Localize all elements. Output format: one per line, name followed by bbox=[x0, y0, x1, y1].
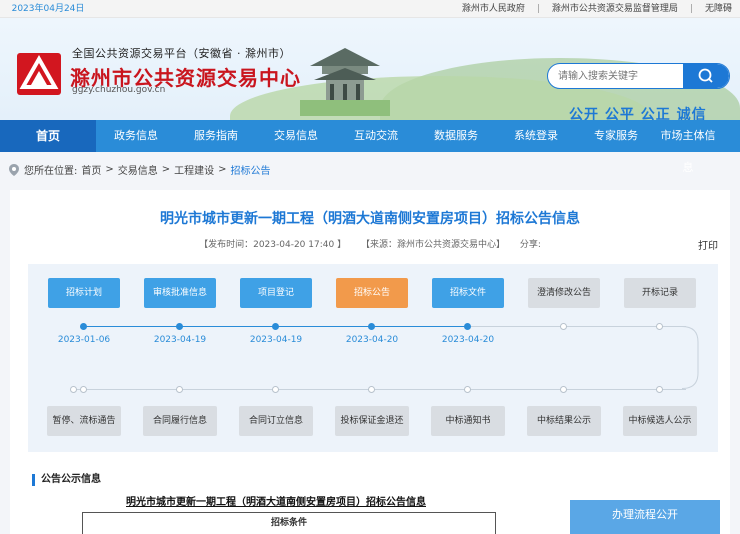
breadcrumb-separator: > bbox=[218, 164, 227, 175]
site-header: 全国公共资源交易平台（安徽省 · 滁州市） 滁州市公共资源交易中心 ggzy.c… bbox=[0, 18, 740, 120]
flow-step-suspension-notice[interactable]: 暂停、流标通告 bbox=[47, 406, 121, 436]
nav-item-system-login[interactable]: 系统登录 bbox=[496, 120, 576, 152]
timeline-dot bbox=[368, 323, 375, 330]
flow-step-approval-info[interactable]: 审核批准信息 bbox=[144, 278, 216, 308]
timeline-dot bbox=[464, 386, 471, 393]
site-logo-icon[interactable] bbox=[16, 52, 62, 96]
document-table: 招标条件 bbox=[82, 512, 496, 534]
procurement-flow: 招标计划 审核批准信息 项目登记 招标公告 招标文件 澄清修改公告 开标记录 2… bbox=[28, 264, 718, 452]
timeline-dot bbox=[80, 386, 87, 393]
timeline-dot bbox=[656, 386, 663, 393]
breadcrumb-separator: > bbox=[161, 164, 171, 175]
breadcrumb-prefix: 您所在位置: bbox=[24, 166, 78, 177]
flow-step-deposit-refund[interactable]: 投标保证金退还 bbox=[335, 406, 409, 436]
divider: | bbox=[689, 4, 693, 14]
flow-step-award-notice[interactable]: 中标通知书 bbox=[431, 406, 505, 436]
breadcrumb-item-trading-info[interactable]: 交易信息 bbox=[118, 162, 158, 177]
nav-item-trading-info[interactable]: 交易信息 bbox=[256, 120, 336, 152]
timeline-dot bbox=[176, 386, 183, 393]
search-box bbox=[547, 63, 730, 89]
step-date: 2023-04-19 bbox=[153, 335, 207, 345]
search-button[interactable] bbox=[683, 64, 729, 88]
pavilion-illustration bbox=[300, 48, 390, 116]
breadcrumb-separator: > bbox=[105, 164, 114, 175]
breadcrumb-item-engineering[interactable]: 工程建设 bbox=[174, 162, 214, 177]
breadcrumb-current[interactable]: 招标公告 bbox=[231, 162, 271, 177]
timeline-connector bbox=[682, 326, 699, 389]
share-label[interactable]: 分享: bbox=[520, 240, 541, 250]
nav-item-market-entity[interactable]: 市场主体信息 bbox=[656, 120, 720, 174]
divider: | bbox=[536, 4, 540, 14]
flow-step-bid-opening[interactable]: 开标记录 bbox=[624, 278, 696, 308]
flow-step-contract-performance[interactable]: 合同履行信息 bbox=[143, 406, 217, 436]
search-icon bbox=[698, 68, 713, 83]
timeline-line bbox=[468, 326, 686, 327]
timeline-dot bbox=[80, 323, 87, 330]
process-disclosure-button[interactable]: 办理流程公开 bbox=[570, 500, 720, 534]
article-meta: 【发布时间：2023-04-20 17:40 】 【来源：滁州市公共资源交易中心… bbox=[10, 237, 730, 250]
link-supervision-bureau[interactable]: 滁州市公共资源交易监督管理局 bbox=[546, 0, 684, 18]
flow-step-bid-announcement[interactable]: 招标公告 bbox=[336, 278, 408, 308]
print-button[interactable]: 打印 bbox=[698, 237, 718, 252]
timeline-dot bbox=[368, 386, 375, 393]
flow-step-clarification[interactable]: 澄清修改公告 bbox=[528, 278, 600, 308]
site-url: ggzy.chuzhou.gov.cn bbox=[72, 85, 166, 95]
flow-step-award-result[interactable]: 中标结果公示 bbox=[527, 406, 601, 436]
step-date: 2023-04-19 bbox=[249, 335, 303, 345]
flow-step-bid-documents[interactable]: 招标文件 bbox=[432, 278, 504, 308]
flow-step-contract-signing[interactable]: 合同订立信息 bbox=[239, 406, 313, 436]
nav-item-interaction[interactable]: 互动交流 bbox=[336, 120, 416, 152]
step-date: 2023-01-06 bbox=[57, 335, 111, 345]
flow-step-bid-plan[interactable]: 招标计划 bbox=[48, 278, 120, 308]
breadcrumb: 您所在位置: 首页 > 交易信息 > 工程建设 > 招标公告 bbox=[8, 162, 271, 177]
top-links: 滁州市人民政府 | 滁州市公共资源交易监督管理局 | 无障碍 bbox=[456, 0, 738, 18]
timeline-dot bbox=[70, 386, 77, 393]
timeline-dot bbox=[656, 323, 663, 330]
main-nav: 首页 政务信息 服务指南 交易信息 互动交流 数据服务 系统登录 专家服务 市场… bbox=[0, 120, 740, 174]
content-panel: 明光市城市更新一期工程（明酒大道南侧安置房项目）招标公告信息 【发布时间：202… bbox=[10, 190, 730, 534]
top-utility-bar: 2023年04月24日 星期一 滁州市人民政府 | 滁州市公共资源交易监督管理局… bbox=[0, 0, 740, 32]
timeline-dot bbox=[464, 323, 471, 330]
timeline-dot bbox=[560, 386, 567, 393]
location-pin-icon bbox=[9, 163, 19, 176]
breadcrumb-item-home[interactable]: 首页 bbox=[81, 162, 101, 177]
nav-item-home[interactable]: 首页 bbox=[0, 120, 96, 152]
nav-item-data-service[interactable]: 数据服务 bbox=[416, 120, 496, 152]
timeline-dot bbox=[560, 323, 567, 330]
timeline-dot bbox=[272, 323, 279, 330]
flow-step-project-registration[interactable]: 项目登记 bbox=[240, 278, 312, 308]
nav-item-service-guide[interactable]: 服务指南 bbox=[176, 120, 256, 152]
timeline-dot bbox=[272, 386, 279, 393]
nav-item-government-info[interactable]: 政务信息 bbox=[96, 120, 176, 152]
article-source: 【来源：滁州市公共资源交易中心】 bbox=[360, 240, 505, 250]
step-date: 2023-04-20 bbox=[345, 335, 399, 345]
document-title: 明光市城市更新一期工程（明酒大道南侧安置房项目）招标公告信息 bbox=[126, 497, 426, 508]
site-subtitle: 全国公共资源交易平台（安徽省 · 滁州市） bbox=[72, 47, 291, 60]
search-input[interactable] bbox=[548, 64, 678, 88]
timeline-line bbox=[74, 389, 686, 390]
publish-time: 【发布时间：2023-04-20 17:40 】 bbox=[199, 240, 347, 250]
nav-item-expert-service[interactable]: 专家服务 bbox=[576, 120, 656, 152]
table-header: 招标条件 bbox=[270, 518, 307, 528]
link-city-government[interactable]: 滁州市人民政府 bbox=[456, 0, 531, 18]
article-title: 明光市城市更新一期工程（明酒大道南侧安置房项目）招标公告信息 bbox=[160, 211, 580, 227]
flow-step-award-candidates[interactable]: 中标候选人公示 bbox=[623, 406, 697, 436]
timeline-dot bbox=[176, 323, 183, 330]
section-heading: 公告公示信息 bbox=[32, 474, 101, 486]
step-date: 2023-04-20 bbox=[441, 335, 495, 345]
link-accessibility[interactable]: 无障碍 bbox=[699, 0, 738, 18]
site-slogan: 公开 公平 公正 诚信 bbox=[569, 107, 707, 120]
